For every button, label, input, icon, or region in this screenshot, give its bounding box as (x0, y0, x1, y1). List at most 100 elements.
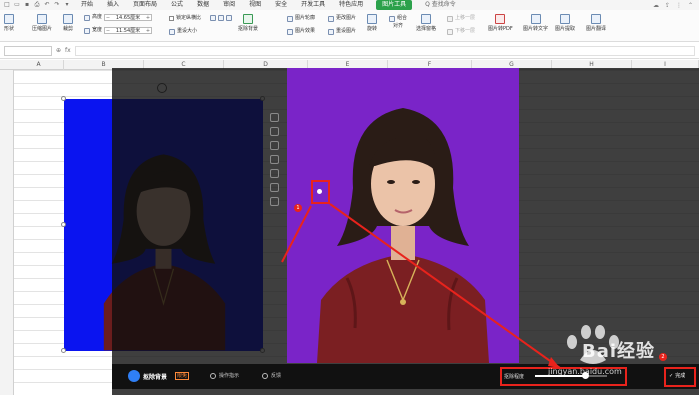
person-figure (317, 108, 489, 363)
tab-developer[interactable]: 开发工具 (294, 0, 332, 10)
picture-translate-button[interactable]: 图片翻译 (586, 14, 606, 33)
remove-background-icon (243, 14, 253, 24)
brush-icon[interactable] (269, 155, 279, 164)
new-file-icon[interactable]: □ (4, 2, 10, 8)
align-button[interactable]: 对齐 (393, 23, 403, 30)
save-icon[interactable]: ▪ (24, 2, 30, 8)
width-icon (84, 27, 90, 34)
crop-icon[interactable] (269, 141, 279, 150)
feedback-link[interactable]: 反馈 (262, 372, 281, 379)
zoom-out-icon[interactable] (269, 127, 279, 136)
rotate-icon (367, 14, 377, 24)
increase-icon[interactable]: + (145, 15, 151, 21)
selection-pane-icon (421, 14, 431, 24)
resize-handle[interactable] (61, 96, 66, 101)
height-control: 高度 − 14.65厘米 + (84, 14, 153, 21)
picture-outline-button[interactable]: 图片轮廓 (287, 15, 315, 22)
tab-data[interactable]: 数据 (190, 0, 216, 10)
row-headers (0, 70, 14, 395)
reset-size-button[interactable]: 重设大小 (169, 28, 197, 35)
eraser-icon[interactable] (269, 183, 279, 192)
tab-formulas[interactable]: 公式 (164, 0, 190, 10)
print-icon[interactable]: ⎙ (34, 2, 40, 8)
picture-to-text-button[interactable]: 图片转文字 (523, 14, 548, 33)
brightness-icon[interactable] (218, 15, 224, 21)
annotation-badge-1: 1 (294, 204, 302, 212)
zoom-icon[interactable]: ⊕ (56, 47, 61, 54)
info-icon (210, 372, 216, 379)
color-tools (210, 15, 232, 21)
reset-picture-icon (328, 28, 334, 35)
color-icon[interactable] (210, 15, 216, 21)
outline-icon (287, 15, 293, 22)
instructions-link[interactable]: 操作指示 (210, 372, 239, 379)
shape-icon (4, 14, 14, 24)
tab-insert[interactable]: 插入 (100, 0, 126, 10)
redo-icon[interactable]: ↷ (54, 2, 60, 8)
watermark-brand: Bai经验 (582, 341, 656, 362)
crop-icon (63, 14, 73, 24)
selection-pane-button[interactable]: 选择窗格 (416, 14, 436, 33)
undo-icon[interactable]: ↶ (44, 2, 50, 8)
reset-icon[interactable] (269, 197, 279, 206)
formula-bar: ⊕ fx (0, 43, 699, 59)
height-stepper[interactable]: − 14.65厘米 + (104, 14, 153, 21)
collapse-ribbon-icon[interactable]: ⌃ (688, 2, 693, 9)
picture-to-pdf-button[interactable]: 图片转PDF (488, 14, 513, 33)
change-picture-button[interactable]: 更改图片 (328, 15, 356, 22)
watermark-url: jingyan.baidu.com (548, 367, 622, 376)
extract-icon (560, 14, 570, 24)
column-header[interactable]: A (14, 60, 64, 70)
tab-home[interactable]: 开始 (74, 0, 100, 10)
zoom-in-icon[interactable] (269, 113, 279, 122)
compress-picture-button[interactable]: 压缩图片 (32, 14, 52, 33)
pdf-icon (495, 14, 506, 24)
side-toolbar (267, 111, 281, 229)
more-icon[interactable]: ▾ (64, 2, 70, 8)
combine-button[interactable]: 组合 (389, 15, 407, 22)
ribbon: 形状 压缩图片 裁剪 高度 − 14.65厘米 + 宽度 − 11.54厘米 +… (0, 10, 699, 42)
cloud-icon[interactable]: ☁ (653, 2, 659, 9)
picture-effect-button[interactable]: 图片效果 (287, 28, 315, 35)
width-stepper[interactable]: − 11.54厘米 + (104, 27, 153, 34)
crop-button[interactable]: 裁剪 (63, 14, 73, 33)
change-picture-icon (328, 15, 334, 22)
resize-handle[interactable] (61, 348, 66, 353)
tab-review[interactable]: 审阅 (216, 0, 242, 10)
text-icon (530, 14, 541, 24)
picture-extract-button[interactable]: 图片提取 (555, 14, 575, 33)
checkbox-icon[interactable] (169, 16, 174, 21)
send-backward-button[interactable]: 下移一层 (447, 28, 475, 35)
copy-icon[interactable] (269, 169, 279, 178)
app-window: □ ▭ ▪ ⎙ ↶ ↷ ▾ 开始 插入 页面布局 公式 数据 审阅 视图 安全 … (0, 0, 699, 395)
lock-ratio-checkbox[interactable]: 锁定纵横比 (169, 15, 201, 22)
shape-button[interactable]: 形状 (4, 14, 14, 33)
send-backward-icon (447, 28, 453, 35)
search-commands[interactable]: Q 查找命令 (418, 0, 463, 10)
tab-features[interactable]: 特色应用 (332, 0, 370, 10)
more-options-icon[interactable]: ⋮ (676, 2, 682, 9)
bring-forward-button[interactable]: 上移一层 (447, 15, 475, 22)
reset-picture-button[interactable]: 重设图片 (328, 28, 356, 35)
formula-input[interactable] (74, 45, 695, 56)
annotation-box-done (664, 367, 696, 387)
menu-bar: □ ▭ ▪ ⎙ ↶ ↷ ▾ 开始 插入 页面布局 公式 数据 审阅 视图 安全 … (0, 0, 699, 10)
name-box[interactable] (4, 45, 52, 56)
remove-background-button[interactable]: 抠除背景 (238, 14, 258, 33)
contrast-icon[interactable] (226, 15, 232, 21)
bring-forward-icon (447, 15, 453, 22)
resize-handle[interactable] (61, 222, 66, 227)
tab-picture-tools[interactable]: 图片工具 (376, 0, 413, 10)
increase-icon[interactable]: + (145, 28, 151, 34)
rotate-button[interactable]: 旋转 (367, 14, 377, 33)
effect-icon (287, 28, 293, 35)
tab-security[interactable]: 安全 (268, 0, 294, 10)
open-file-icon[interactable]: ▭ (14, 2, 20, 8)
translate-icon (591, 14, 601, 24)
photo-preview[interactable] (287, 68, 519, 363)
share-icon[interactable]: ⇪ (665, 2, 670, 9)
remove-background-logo-icon (128, 370, 140, 382)
tab-page-layout[interactable]: 页面布局 (126, 0, 164, 10)
fx-label[interactable]: fx (65, 47, 71, 54)
tab-view[interactable]: 视图 (242, 0, 268, 10)
